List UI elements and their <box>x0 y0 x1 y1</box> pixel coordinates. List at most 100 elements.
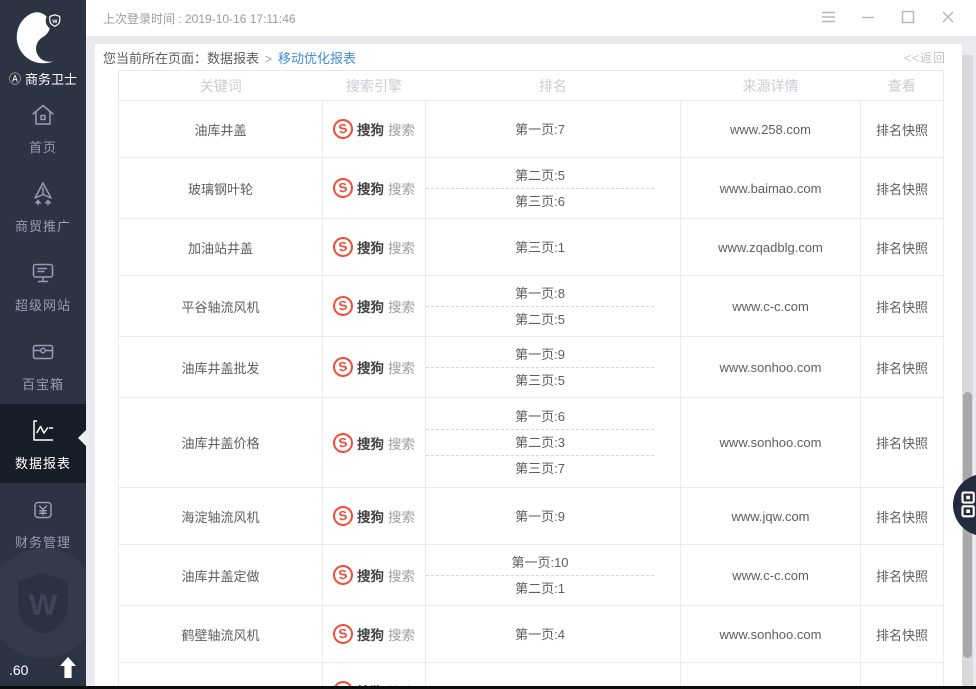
breadcrumb-prefix: 您当前所在页面： <box>103 51 207 66</box>
engine-cell: S搜狗搜索 <box>323 488 426 545</box>
sogou-logo-icon: S <box>332 177 355 200</box>
website-icon <box>28 258 58 288</box>
search-engine: S搜狗搜索 <box>333 506 415 526</box>
content-area: 您当前所在页面：数据报表 > 移动优化报表 <<返回 关键词搜索引擎排名来源详情查看… <box>86 36 976 689</box>
rank-cell: 第一页:10第二页:1 <box>426 545 681 606</box>
source-cell: www.sonhoo.com <box>681 398 861 488</box>
engine-cell: S搜狗搜索 <box>323 276 426 337</box>
source-cell: www.c-c.com <box>681 545 861 606</box>
engine-name: 搜狗 <box>357 624 384 644</box>
sogou-logo-icon: S <box>332 295 355 318</box>
sogou-logo-icon: S <box>332 505 355 528</box>
main-area: 上次登录时间 : 2019-10-16 17:11:46 您当前所在页面：数据报… <box>86 0 976 689</box>
rank-entry: 第二页:5 <box>426 307 654 332</box>
breadcrumb-current-link[interactable]: 移动优化报表 <box>278 51 356 66</box>
column-header: 查看 <box>861 71 944 101</box>
rank-entry: 第一页:9 <box>426 504 654 529</box>
breadcrumb-row: 您当前所在页面：数据报表 > 移动优化报表 <<返回 <box>95 44 962 70</box>
source-cell: www.c-c.com <box>681 276 861 337</box>
finance-icon <box>28 495 58 525</box>
engine-name: 搜狗 <box>357 178 384 198</box>
rank-cell: 第一页:9 <box>426 488 681 545</box>
search-engine: S搜狗搜索 <box>333 178 415 198</box>
keyword-cell: 油库井盖价格 <box>119 398 323 488</box>
promotion-icon <box>28 179 58 209</box>
engine-name-suffix: 搜索 <box>388 119 415 139</box>
rank-cell: 第一页:9第三页:5 <box>426 337 681 398</box>
sidebar-item-toolbox[interactable]: 百宝箱 <box>0 325 86 404</box>
rank-entry: 第二页:3 <box>426 430 654 456</box>
rank-entry: 第三页:7 <box>426 456 654 481</box>
sogou-logo-icon: S <box>332 623 355 646</box>
table-row: 加油站井盖S搜狗搜索第三页:1www.zqadblg.com排名快照 <box>119 219 944 276</box>
rank-entry: 第二页:1 <box>426 576 654 601</box>
rank-entry: 第一页:6 <box>426 404 654 430</box>
top-bar: 上次登录时间 : 2019-10-16 17:11:46 <box>86 0 976 36</box>
close-icon <box>941 10 955 27</box>
window-controls <box>820 10 956 26</box>
engine-name-suffix: 搜索 <box>388 237 415 257</box>
keyword-cell: 海淀轴流风机 <box>119 488 323 545</box>
rank-entry: 第三页:6 <box>426 189 654 214</box>
snapshot-link[interactable]: 排名快照 <box>861 158 944 219</box>
keyword-cell: 油库井盖 <box>119 101 323 158</box>
engine-cell: S搜狗搜索 <box>323 606 426 663</box>
sidebar-item-home[interactable]: 首页 <box>0 88 86 167</box>
search-engine: S搜狗搜索 <box>333 357 415 377</box>
sidebar-item-reports[interactable]: 数据报表 <box>0 404 86 483</box>
maximize-button[interactable] <box>900 10 916 26</box>
close-button[interactable] <box>940 10 956 26</box>
scrollbar-track[interactable] <box>962 55 973 689</box>
table-row: 油库井盖定做S搜狗搜索第一页:10第二页:1www.c-c.com排名快照 <box>119 545 944 606</box>
brand-name: 商务卫士 <box>25 69 77 88</box>
engine-name-suffix: 搜索 <box>388 178 415 198</box>
breadcrumb-section: 数据报表 <box>207 51 259 66</box>
sidebar-item-website[interactable]: 超级网站 <box>0 246 86 325</box>
engine-name-suffix: 搜索 <box>388 506 415 526</box>
report-card: 您当前所在页面：数据报表 > 移动优化报表 <<返回 关键词搜索引擎排名来源详情查看… <box>95 44 962 689</box>
search-engine: S搜狗搜索 <box>333 237 415 257</box>
rank-entry: 第一页:8 <box>426 281 654 307</box>
snapshot-link[interactable]: 排名快照 <box>861 219 944 276</box>
engine-name: 搜狗 <box>357 296 384 316</box>
qr-code-icon <box>960 490 976 520</box>
snapshot-link[interactable]: 排名快照 <box>861 545 944 606</box>
breadcrumb-separator: > <box>265 52 272 66</box>
engine-name-suffix: 搜索 <box>388 296 415 316</box>
rank-entry: 第一页:9 <box>426 342 654 368</box>
scroll-to-top-button[interactable] <box>55 656 81 682</box>
source-cell: www.sonhoo.com <box>681 606 861 663</box>
table-header-row: 关键词搜索引擎排名来源详情查看 <box>119 71 944 101</box>
ranking-table: 关键词搜索引擎排名来源详情查看 油库井盖S搜狗搜索第一页:7www.258.co… <box>118 70 944 689</box>
menu-icon <box>821 11 836 26</box>
snapshot-link[interactable]: 排名快照 <box>861 398 944 488</box>
keyword-cell: 加油站井盖 <box>119 219 323 276</box>
engine-name: 搜狗 <box>357 433 384 453</box>
snapshot-link[interactable]: 排名快照 <box>861 606 944 663</box>
rank-cell: 第一页:4 <box>426 606 681 663</box>
engine-cell: S搜狗搜索 <box>323 158 426 219</box>
snapshot-link[interactable]: 排名快照 <box>861 488 944 545</box>
svg-text:W: W <box>29 589 58 622</box>
minimize-button[interactable] <box>860 10 876 26</box>
maximize-icon <box>901 10 915 27</box>
snapshot-link[interactable]: 排名快照 <box>861 101 944 158</box>
rank-entry: 第一页:7 <box>426 117 654 142</box>
minimize-icon <box>861 10 875 27</box>
sidebar-nav: 首页商贸推广超级网站百宝箱数据报表财务管理 <box>0 88 86 562</box>
back-link[interactable]: <<返回 <box>904 49 946 66</box>
engine-name-suffix: 搜索 <box>388 624 415 644</box>
sidebar-item-promotion[interactable]: 商贸推广 <box>0 167 86 246</box>
snapshot-link[interactable]: 排名快照 <box>861 276 944 337</box>
engine-name: 搜狗 <box>357 506 384 526</box>
rank-cell: 第一页:8第二页:5 <box>426 276 681 337</box>
snapshot-link[interactable]: 排名快照 <box>861 337 944 398</box>
keyword-cell: 平谷轴流风机 <box>119 276 323 337</box>
brand-logo: w Ⓐ 商务卫士 <box>0 0 86 88</box>
column-header: 来源详情 <box>681 71 861 101</box>
rank-cell: 第二页:5第三页:6 <box>426 158 681 219</box>
rank-cell: 第一页:6第二页:3第三页:7 <box>426 398 681 488</box>
engine-cell: S搜狗搜索 <box>323 101 426 158</box>
menu-button[interactable] <box>820 10 836 26</box>
rank-entry: 第二页:5 <box>426 163 654 189</box>
